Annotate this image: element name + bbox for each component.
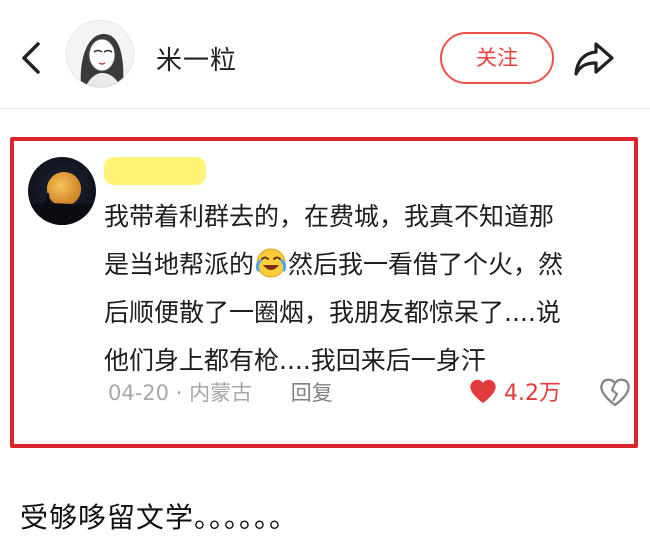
comment-line: 后顺便散了一圈烟，我朋友都惊呆了....说 (104, 298, 561, 327)
comment-line-part: 然后我一看借了个火，然 (288, 250, 564, 279)
comment-text: 我带着利群去的，在费城，我真不知道那 是当地帮派的 然后我一看借了个火，然 后顺… (104, 193, 624, 385)
moon-avatar-image (28, 172, 96, 225)
laughing-crying-emoji-icon (255, 248, 287, 278)
comment-line: 是当地帮派的 然后我一看借了个火，然 (104, 241, 624, 289)
commenter-avatar[interactable] (28, 157, 96, 225)
username[interactable]: 米一粒 (156, 40, 237, 77)
comment-line-part: 是当地帮派的 (104, 250, 255, 279)
comment-card: 我带着利群去的，在费城，我真不知道那 是当地帮派的 然后我一看借了个火，然 后顺… (10, 137, 638, 448)
broken-heart-icon[interactable] (598, 375, 632, 409)
top-bar: 米一粒 关注 (0, 0, 650, 108)
share-icon[interactable] (570, 32, 618, 84)
heart-icon (470, 379, 496, 403)
reply-button[interactable]: 回复 (291, 381, 333, 405)
commenter-name-redacted (104, 157, 206, 185)
back-arrow-icon[interactable] (14, 36, 48, 80)
comment-meta: 04-20 · 内蒙古 回复 (108, 377, 333, 407)
header-divider (0, 108, 650, 109)
like-count: 4.2万 (504, 381, 561, 406)
caption-text: 受够哆留文学。。。。。。 (20, 501, 299, 534)
like-button[interactable]: 4.2万 (468, 371, 561, 411)
comment-line: 我带着利群去的，在费城，我真不知道那 (104, 202, 555, 231)
comment-location: 内蒙古 (189, 381, 253, 405)
meta-separator: · (175, 381, 183, 405)
user-avatar[interactable] (66, 20, 134, 88)
follow-button[interactable]: 关注 (440, 32, 554, 84)
avatar-illustration (67, 21, 133, 87)
comment-date: 04-20 (108, 381, 170, 405)
